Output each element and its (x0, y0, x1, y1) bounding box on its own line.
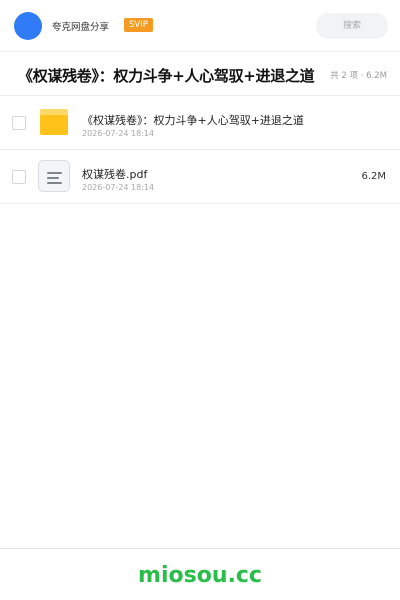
search-placeholder: 搜索 (342, 21, 361, 31)
file-name[interactable]: 《权谋残卷》：权力斗争+人心驾驭+进退之道 (82, 112, 304, 128)
file-name[interactable]: 权谋残卷.pdf (82, 166, 147, 182)
footer: miosou.cc (0, 548, 400, 600)
select-checkbox[interactable] (12, 170, 26, 184)
title-row: 《权谋残卷》：权力斗争+人心驾驭+进退之道 共 2 项 · 6.2M (0, 52, 400, 96)
file-date: 2026-07-24 18:14 (82, 129, 155, 138)
top-bar: 夸克网盘分享 SVIP 搜索 (0, 0, 400, 52)
svip-badge: SVIP (124, 18, 153, 32)
file-date: 2026-07-24 18:14 (82, 183, 155, 192)
page-title: 《权谋残卷》：权力斗争+人心驾驭+进退之道 (18, 67, 315, 85)
select-checkbox[interactable] (12, 116, 26, 130)
list-item[interactable]: 权谋残卷.pdf 2026-07-24 18:14 6.2M (0, 150, 400, 204)
document-icon (38, 160, 70, 192)
folder-icon (40, 109, 68, 135)
file-size: 6.2M (361, 171, 386, 182)
list-item[interactable]: 《权谋残卷》：权力斗争+人心驾驭+进退之道 2026-07-24 18:14 (0, 96, 400, 150)
footer-brand[interactable]: miosou.cc (0, 563, 400, 588)
avatar[interactable] (14, 12, 42, 40)
item-count: 共 2 项 · 6.2M (330, 71, 387, 81)
share-owner-name: 夸克网盘分享 (52, 22, 110, 33)
search-input[interactable]: 搜索 (316, 13, 388, 39)
